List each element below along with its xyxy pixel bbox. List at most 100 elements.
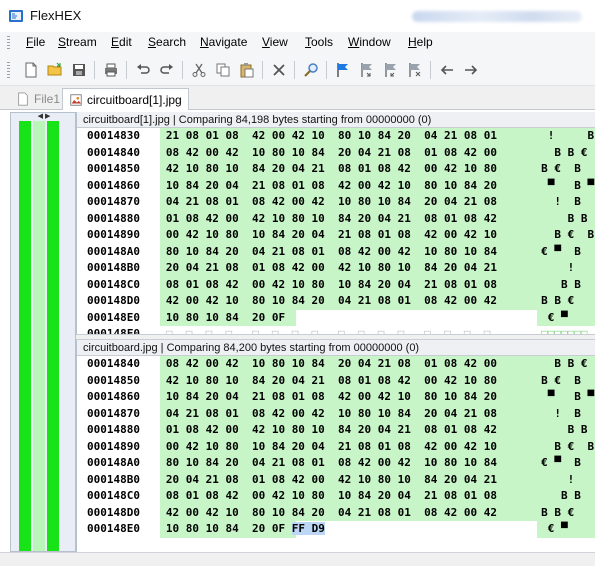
forward-arrow-icon[interactable] bbox=[460, 60, 482, 80]
row-ascii[interactable]: ! bbox=[537, 471, 595, 488]
hex-row[interactable]: 000148E0 10 80 10 84 20 0F FF D9 € ▀ bbox=[77, 521, 595, 538]
row-ascii[interactable]: B B bbox=[537, 422, 595, 439]
row-hex-bytes[interactable]: 00 42 10 80 10 84 20 04 21 08 01 08 42 0… bbox=[159, 227, 538, 244]
row-hex-bytes[interactable]: 21 08 01 08 42 00 42 10 80 10 84 20 04 2… bbox=[159, 128, 538, 145]
copy-icon[interactable] bbox=[212, 60, 234, 80]
row-ascii[interactable]: B € B bbox=[537, 372, 595, 389]
hex-row[interactable]: 00014860 10 84 20 04 21 08 01 08 42 00 42… bbox=[77, 177, 595, 194]
row-hex-bytes[interactable]: 08 01 08 42 00 42 10 80 10 84 20 04 21 0… bbox=[159, 276, 538, 293]
row-ascii[interactable]: € ▀ B bbox=[537, 243, 595, 260]
row-ascii[interactable]: B B bbox=[537, 488, 595, 505]
hex-row[interactable]: 00014890 00 42 10 80 10 84 20 04 21 08 01… bbox=[77, 227, 595, 244]
hex-pane-top[interactable]: circuitboard[1].jpg | Comparing 84,198 b… bbox=[76, 112, 595, 334]
hex-row[interactable]: 00014850 42 10 80 10 84 20 04 21 08 01 08… bbox=[77, 161, 595, 178]
row-hex-bytes[interactable]: 04 21 08 01 08 42 00 42 10 80 10 84 20 0… bbox=[159, 405, 538, 422]
back-arrow-icon[interactable] bbox=[436, 60, 458, 80]
cut-icon[interactable] bbox=[188, 60, 210, 80]
hex-row[interactable]: 000148D0 42 00 42 10 80 10 84 20 04 21 08… bbox=[77, 504, 595, 521]
hex-pane-bottom[interactable]: circuitboard.jpg | Comparing 84,200 byte… bbox=[76, 340, 595, 552]
row-hex-bytes[interactable]: 00 42 10 80 10 84 20 04 21 08 01 08 42 0… bbox=[159, 438, 538, 455]
row-hex-bytes[interactable]: 08 42 00 42 10 80 10 84 20 04 21 08 01 0… bbox=[159, 356, 538, 373]
redo-icon[interactable] bbox=[156, 60, 178, 80]
row-ascii[interactable]: B B bbox=[537, 210, 595, 227]
bookmark-next-icon[interactable] bbox=[380, 60, 402, 80]
row-ascii[interactable]: € ▀ B bbox=[537, 455, 595, 472]
hex-row[interactable]: 00014840 08 42 00 42 10 80 10 84 20 04 21… bbox=[77, 356, 595, 373]
row-hex-bytes[interactable]: 42 00 42 10 80 10 84 20 04 21 08 01 08 4… bbox=[159, 293, 538, 310]
tab-circuitboard[interactable]: circuitboard[1].jpg bbox=[62, 88, 189, 110]
difference-map-strip[interactable]: ◀ ▶ bbox=[10, 112, 76, 552]
hex-row[interactable]: 000148D0 42 00 42 10 80 10 84 20 04 21 08… bbox=[77, 293, 595, 310]
menu-grip-handle[interactable] bbox=[7, 36, 10, 50]
hex-row[interactable]: 000148C0 08 01 08 42 00 42 10 80 10 84 20… bbox=[77, 488, 595, 505]
row-ascii[interactable]: ! bbox=[537, 260, 595, 277]
print-icon[interactable] bbox=[100, 60, 122, 80]
hex-row[interactable]: 000148A0 80 10 84 20 04 21 08 01 08 42 00… bbox=[77, 455, 595, 472]
hex-row[interactable]: 00014890 00 42 10 80 10 84 20 04 21 08 01… bbox=[77, 438, 595, 455]
toolbar-grip-handle[interactable] bbox=[7, 62, 10, 78]
row-ascii[interactable]: B B € bbox=[537, 144, 595, 161]
hex-row[interactable]: 00014870 04 21 08 01 08 42 00 42 10 80 10… bbox=[77, 405, 595, 422]
hex-row[interactable]: 000148F0 □ □ □ □ □ □ □ □ □ □ □ □ □ □ □ □ □… bbox=[77, 326, 595, 334]
hex-row[interactable]: 00014830 21 08 01 08 42 00 42 10 80 10 84… bbox=[77, 128, 595, 145]
hex-row[interactable]: 00014870 04 21 08 01 08 42 00 42 10 80 10… bbox=[77, 194, 595, 211]
row-ascii[interactable]: ! B bbox=[537, 194, 595, 211]
row-hex-bytes[interactable]: 20 04 21 08 01 08 42 00 42 10 80 10 84 2… bbox=[159, 471, 538, 488]
menu-tools[interactable]: Tools bbox=[305, 35, 333, 49]
open-folder-icon[interactable] bbox=[44, 60, 66, 80]
row-ascii[interactable]: € ▀ bbox=[537, 309, 595, 326]
row-ascii[interactable]: ! B bbox=[537, 405, 595, 422]
row-hex-bytes[interactable]: 04 21 08 01 08 42 00 42 10 80 10 84 20 0… bbox=[159, 194, 538, 211]
row-ascii[interactable]: B € B bbox=[537, 161, 595, 178]
bookmark-prev-icon[interactable] bbox=[356, 60, 378, 80]
hex-row[interactable]: 00014880 01 08 42 00 42 10 80 10 84 20 04… bbox=[77, 210, 595, 227]
row-hex-bytes[interactable]: 42 00 42 10 80 10 84 20 04 21 08 01 08 4… bbox=[159, 504, 538, 521]
row-ascii[interactable]: ▀ B ▀ bbox=[537, 389, 595, 406]
bookmark-clear-icon[interactable] bbox=[404, 60, 426, 80]
delete-icon[interactable] bbox=[268, 60, 290, 80]
menu-search[interactable]: Search bbox=[148, 35, 186, 49]
row-ascii[interactable]: € ▀ bbox=[537, 521, 595, 538]
menu-navigate[interactable]: Navigate bbox=[200, 35, 247, 49]
row-ascii[interactable]: B B bbox=[537, 276, 595, 293]
hex-row[interactable]: 000148E0 10 80 10 84 20 0F € ▀ bbox=[77, 309, 595, 326]
row-hex-bytes[interactable]: 10 80 10 84 20 0F FF D9 bbox=[159, 521, 538, 538]
row-ascii[interactable]: B B € bbox=[537, 356, 595, 373]
hex-row[interactable]: 000148B0 20 04 21 08 01 08 42 00 42 10 80… bbox=[77, 260, 595, 277]
hex-row[interactable]: 000148C0 08 01 08 42 00 42 10 80 10 84 20… bbox=[77, 276, 595, 293]
row-hex-bytes[interactable]: 10 84 20 04 21 08 01 08 42 00 42 10 80 1… bbox=[159, 389, 538, 406]
row-hex-bytes[interactable]: 10 84 20 04 21 08 01 08 42 00 42 10 80 1… bbox=[159, 177, 538, 194]
row-hex-bytes[interactable]: 01 08 42 00 42 10 80 10 84 20 04 21 08 0… bbox=[159, 422, 538, 439]
find-icon[interactable] bbox=[300, 60, 322, 80]
row-ascii[interactable]: B € B bbox=[537, 438, 595, 455]
menu-file[interactable]: File bbox=[26, 35, 45, 49]
tab-file1[interactable]: File1 bbox=[10, 88, 66, 110]
hex-row[interactable]: 00014880 01 08 42 00 42 10 80 10 84 20 04… bbox=[77, 422, 595, 439]
hex-row[interactable]: 000148B0 20 04 21 08 01 08 42 00 42 10 80… bbox=[77, 471, 595, 488]
extra-bytes-highlight[interactable]: FF D9 bbox=[291, 522, 325, 535]
hex-row[interactable]: 00014840 08 42 00 42 10 80 10 84 20 04 21… bbox=[77, 144, 595, 161]
row-ascii[interactable]: □□□□□□□ bbox=[537, 326, 595, 334]
menu-edit[interactable]: Edit bbox=[111, 35, 132, 49]
row-hex-bytes[interactable]: 80 10 84 20 04 21 08 01 08 42 00 42 10 8… bbox=[159, 243, 538, 260]
save-icon[interactable] bbox=[68, 60, 90, 80]
strip-scroll-arrows[interactable]: ◀ ▶ bbox=[33, 113, 55, 121]
row-ascii[interactable]: ▀ B ▀ bbox=[537, 177, 595, 194]
undo-icon[interactable] bbox=[132, 60, 154, 80]
row-hex-bytes[interactable]: 08 01 08 42 00 42 10 80 10 84 20 04 21 0… bbox=[159, 488, 538, 505]
row-ascii[interactable]: B B € bbox=[537, 504, 595, 521]
row-hex-bytes[interactable]: 42 10 80 10 84 20 04 21 08 01 08 42 00 4… bbox=[159, 161, 538, 178]
row-hex-bytes[interactable]: 01 08 42 00 42 10 80 10 84 20 04 21 08 0… bbox=[159, 210, 538, 227]
bookmark-icon[interactable] bbox=[332, 60, 354, 80]
menu-view[interactable]: View bbox=[262, 35, 288, 49]
hex-row[interactable]: 00014860 10 84 20 04 21 08 01 08 42 00 42… bbox=[77, 389, 595, 406]
new-file-icon[interactable] bbox=[20, 60, 42, 80]
row-ascii[interactable]: ! B bbox=[537, 128, 595, 145]
row-hex-bytes[interactable]: 20 04 21 08 01 08 42 00 42 10 80 10 84 2… bbox=[159, 260, 538, 277]
menu-stream[interactable]: Stream bbox=[58, 35, 97, 49]
hex-row[interactable]: 00014850 42 10 80 10 84 20 04 21 08 01 08… bbox=[77, 372, 595, 389]
menu-help[interactable]: Help bbox=[408, 35, 433, 49]
row-hex-bytes[interactable]: 10 80 10 84 20 0F bbox=[159, 309, 538, 326]
row-hex-bytes[interactable]: 42 10 80 10 84 20 04 21 08 01 08 42 00 4… bbox=[159, 372, 538, 389]
row-hex-bytes[interactable]: 80 10 84 20 04 21 08 01 08 42 00 42 10 8… bbox=[159, 455, 538, 472]
